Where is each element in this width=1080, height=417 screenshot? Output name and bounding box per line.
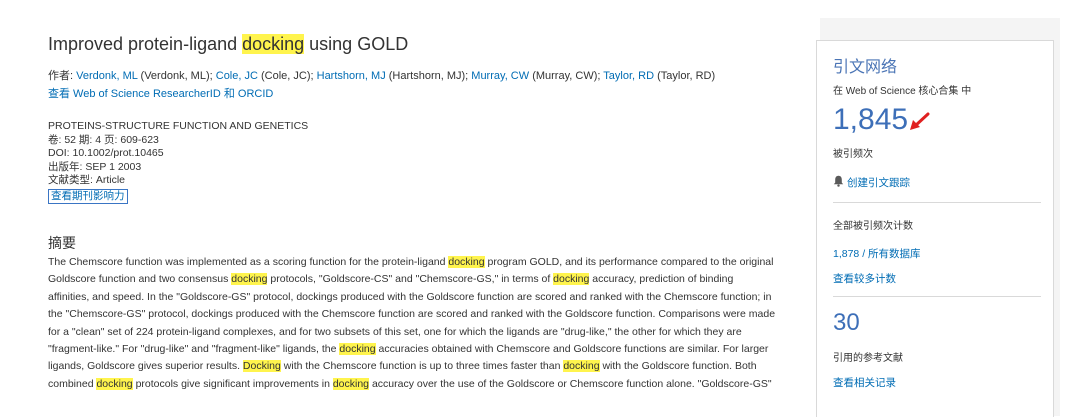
authors-line: 作者: Verdonk, ML (Verdonk, ML); Cole, JC … <box>48 67 715 83</box>
keyword-highlight: Docking <box>242 360 281 373</box>
abstract-heading: 摘要 <box>48 235 76 251</box>
volume-issue-pages: 卷: 52 期: 4 页: 609-623 <box>48 133 159 146</box>
abstract-segment: "fragment-like." For "drug-like" and "fr… <box>48 343 340 356</box>
abstract-segment: for a "clean" set of 224 protein-ligand … <box>48 325 742 338</box>
abstract-segment: with the Goldscore function. Both <box>599 360 757 373</box>
keyword-highlight: docking <box>231 273 268 286</box>
abstract-line: Goldscore function and two consensus doc… <box>48 271 818 288</box>
abstract-line: "fragment-like." For "drug-like" and "fr… <box>48 341 818 358</box>
bell-icon <box>833 175 844 187</box>
abstract-line: affinities, and speed. In the "Goldscore… <box>48 289 818 306</box>
abstract-segment: accuracy over the use of the Goldscore o… <box>369 377 772 390</box>
view-more-counts-link[interactable]: 查看较多计数 <box>833 271 896 286</box>
author-link[interactable]: Murray, CW <box>471 70 529 82</box>
abstract-segment: Goldscore function and two consensus <box>48 273 232 286</box>
abstract-segment: program GOLD, and its performance compar… <box>484 256 774 268</box>
keyword-highlight: docking <box>448 256 485 268</box>
author-link[interactable]: Taylor, RD <box>603 70 654 82</box>
author-link[interactable]: Hartshorn, MJ <box>317 70 386 82</box>
researcher-id-link[interactable]: 查看 Web of Science ResearcherID 和 ORCID <box>48 88 273 100</box>
keyword-highlight: docking <box>339 343 376 356</box>
times-cited-count[interactable]: 1,845 <box>833 103 908 137</box>
journal-name: PROTEINS-STRUCTURE FUNCTION AND GENETICS <box>48 120 309 132</box>
citation-network-title: 引文网络 <box>833 59 898 76</box>
times-cited-label: 被引频次 <box>833 149 873 160</box>
author-fullname: (Hartshorn, MJ); <box>385 70 472 82</box>
abstract-segment: protocols, "Goldscore-CS" and "Chemscore… <box>267 273 554 286</box>
abstract-segment: combined <box>48 377 97 390</box>
view-related-records-link[interactable]: 查看相关记录 <box>833 375 896 390</box>
author-fullname: (Taylor, RD) <box>654 70 716 82</box>
cited-references-label: 引用的参考文献 <box>833 353 903 364</box>
document-type: 文献类型: Article <box>48 174 126 186</box>
abstract-segment: with the Chemscore function is up to thr… <box>280 360 564 373</box>
author-link[interactable]: Verdonk, ML <box>76 70 137 82</box>
title-text: Improved protein-ligand <box>48 34 243 54</box>
author-fullname: (Cole, JC); <box>257 70 317 82</box>
abstract-line: the "Chemscore-GS" protocol, dockings pr… <box>48 306 818 323</box>
abstract-segment: the "Chemscore-GS" protocol, dockings pr… <box>48 308 776 321</box>
abstract-segment: ligands, Goldscore gives superior result… <box>48 360 243 373</box>
publication-date: 出版年: SEP 1 2003 <box>48 160 142 173</box>
abstract-segment: protocols give significant improvements … <box>132 377 333 390</box>
red-arrow-icon <box>910 112 930 130</box>
source-info: PROTEINS-STRUCTURE FUNCTION AND GENETICS… <box>48 120 308 204</box>
abstract-line: for a "clean" set of 224 protein-ligand … <box>48 324 818 341</box>
title-highlight: docking <box>242 34 305 54</box>
divider <box>833 296 1041 297</box>
abstract-line: ligands, Goldscore gives superior result… <box>48 358 818 375</box>
citation-network-panel: 引文网络 在 Web of Science 核心合集 中 1,845 被引频次 … <box>816 40 1054 417</box>
abstract-line: combined docking protocols give signific… <box>48 376 818 393</box>
collection-scope: 在 Web of Science 核心合集 中 <box>833 86 972 97</box>
author-fullname: (Verdonk, ML); <box>137 70 216 82</box>
create-alert-label: 创建引文跟踪 <box>847 177 910 189</box>
record-main: Improved protein-ligand docking using GO… <box>20 18 820 416</box>
keyword-highlight: docking <box>96 377 133 390</box>
title-text: using GOLD <box>304 34 409 54</box>
cited-references-count[interactable]: 30 <box>833 309 860 337</box>
record-title: Improved protein-ligand docking using GO… <box>48 34 408 55</box>
abstract-segment: accuracy, prediction of binding <box>589 273 734 286</box>
abstract-text: The Chemscore function was implemented a… <box>48 254 818 393</box>
author-link[interactable]: Cole, JC <box>216 70 258 82</box>
journal-impact-link[interactable]: 查看期刊影响力 <box>48 188 128 204</box>
author-fullname: (Murray, CW); <box>529 70 604 82</box>
doi: DOI: 10.1002/prot.10465 <box>48 147 164 159</box>
abstract-segment: The Chemscore function was implemented a… <box>48 256 449 268</box>
all-databases-link[interactable]: 1,878 / 所有数据库 <box>833 246 921 261</box>
keyword-highlight: docking <box>332 377 370 390</box>
abstract-segment: affinities, and speed. In the "Goldscore… <box>48 290 772 303</box>
divider <box>833 202 1041 203</box>
keyword-highlight: docking <box>563 360 600 373</box>
abstract-segment: accuracies obtained with Chemscore and G… <box>375 343 769 356</box>
abstract-line: The Chemscore function was implemented a… <box>48 254 818 271</box>
create-citation-alert[interactable]: 创建引文跟踪 <box>833 175 910 190</box>
authors-label: 作者: <box>48 70 77 82</box>
all-times-cited-label: 全部被引频次计数 <box>833 221 913 232</box>
keyword-highlight: docking <box>553 273 590 286</box>
